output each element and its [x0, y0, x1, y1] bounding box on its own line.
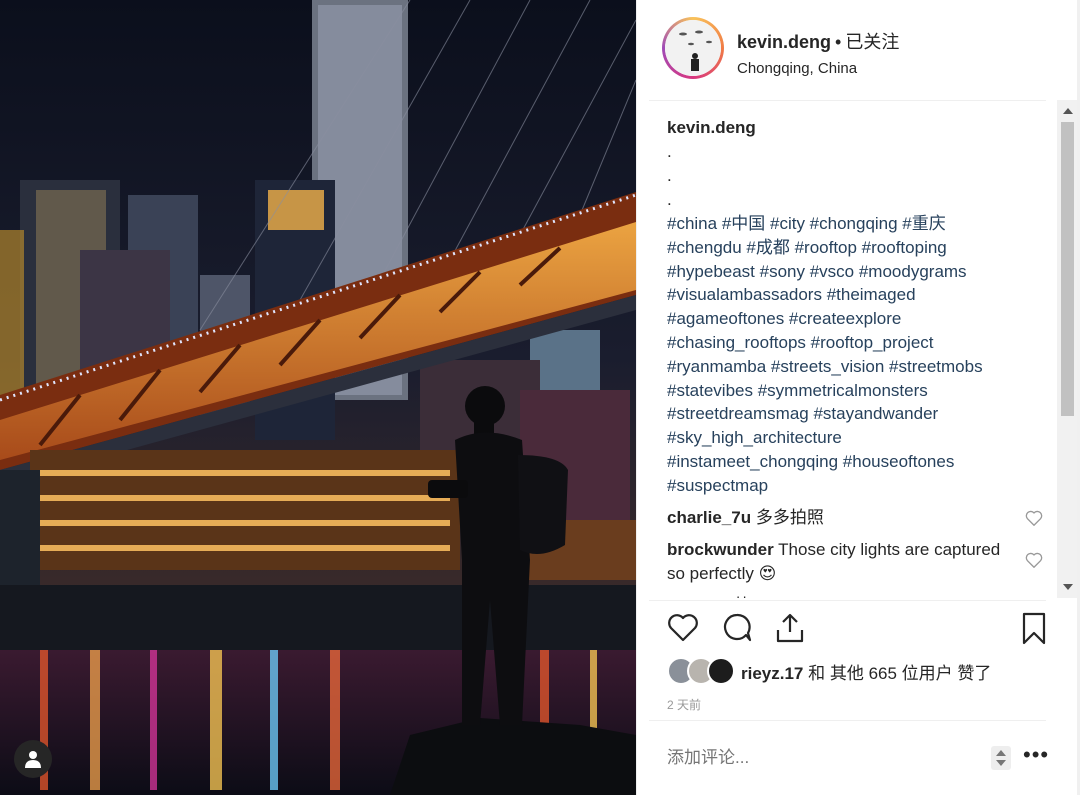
save-button[interactable]	[1016, 610, 1052, 646]
more-options-button[interactable]: •••	[1023, 742, 1049, 768]
comment-spinner[interactable]	[991, 746, 1011, 770]
caption-line: .	[667, 190, 672, 209]
avatar[interactable]	[662, 17, 724, 79]
hashtag-line[interactable]: #chengdu #成都 #rooftop #rooftoping	[667, 236, 1047, 260]
hashtag-line[interactable]: #hypebeast #sony #vsco #moodygrams	[667, 260, 1047, 284]
post-time: 2 天前	[667, 698, 702, 712]
comment-divider	[649, 720, 1046, 721]
comment-item: charlie_7u 多多拍照	[667, 506, 1047, 530]
avatar-image	[665, 20, 721, 76]
night-city-image	[0, 0, 636, 795]
share-button[interactable]	[772, 610, 808, 646]
hashtag-line[interactable]: #sky_high_architecture	[667, 426, 1047, 450]
hashtag-line[interactable]: #streetdreamsmag #stayandwander	[667, 402, 1047, 426]
comment-button[interactable]	[719, 610, 755, 646]
follow-status-button[interactable]: 已关注	[845, 32, 899, 52]
actions-divider	[649, 600, 1046, 601]
post-location[interactable]: Chongqing, China	[737, 60, 899, 77]
header-divider	[649, 100, 1046, 101]
comment-item: jethoon 帅	[667, 594, 1047, 598]
hashtag-line[interactable]: #instameet_chongqing #houseoftones	[667, 450, 1047, 474]
hashtag-line[interactable]: #ryanmamba #streets_vision #streetmobs	[667, 355, 1047, 379]
hashtag-line[interactable]: #chasing_rooftops #rooftop_project	[667, 331, 1047, 355]
comment-item: brockwunder Those city lights are captur…	[667, 538, 1047, 586]
comment-username[interactable]: brockwunder	[667, 540, 774, 559]
likes-summary[interactable]: rieyz.17 和 其他 665 位用户 赞了	[667, 656, 991, 686]
share-icon	[776, 613, 804, 643]
liker-username[interactable]: rieyz.17	[741, 664, 803, 683]
comment-text: 帅	[733, 596, 750, 598]
hashtag-line[interactable]: #statevibes #symmetricalmonsters	[667, 379, 1047, 403]
liker-avatar	[707, 657, 735, 685]
hashtag-line[interactable]: #suspectmap	[667, 474, 1047, 498]
comment-username[interactable]: jethoon	[667, 596, 728, 598]
comments-list[interactable]: kevin.deng . . . #china #中国 #city #chong…	[667, 116, 1047, 598]
comments-scrollbar[interactable]	[1057, 100, 1078, 598]
hashtag-line[interactable]: #agameoftones #createexplore	[667, 307, 1047, 331]
post-header: kevin.deng • 已关注 Chongqing, China	[637, 0, 1078, 100]
comment-like-icon[interactable]	[1025, 510, 1043, 526]
hashtag-line[interactable]: #visualambassadors #theimaged	[667, 283, 1047, 307]
post-actions	[637, 610, 1078, 654]
scrollbar-thumb[interactable]	[1061, 122, 1074, 416]
post-detail-panel: kevin.deng • 已关注 Chongqing, China kevin.de…	[636, 0, 1078, 795]
heart-icon	[668, 614, 698, 642]
user-tag-icon	[25, 751, 41, 768]
comment-like-icon[interactable]	[1025, 552, 1043, 568]
post-photo[interactable]	[0, 0, 636, 795]
hashtag-line[interactable]: #china #中国 #city #chongqing #重庆	[667, 212, 1047, 236]
comment-icon	[723, 613, 752, 642]
caption-username[interactable]: kevin.deng	[667, 116, 1047, 140]
tagged-users-button[interactable]	[14, 740, 52, 778]
post-username[interactable]: kevin.deng	[737, 32, 831, 52]
updown-arrow-icon	[996, 750, 1006, 766]
caption-line: .	[667, 166, 672, 185]
comment-username[interactable]: charlie_7u	[667, 508, 751, 527]
scroll-up-arrow[interactable]	[1063, 108, 1073, 114]
comment-text: 多多拍照	[755, 507, 824, 527]
likes-count-text[interactable]: 和 其他 665 位用户 赞了	[808, 664, 991, 683]
like-button[interactable]	[665, 610, 701, 646]
caption-line: .	[667, 142, 672, 161]
add-comment-input[interactable]	[667, 748, 967, 768]
scroll-down-arrow[interactable]	[1063, 584, 1073, 590]
separator-dot: •	[835, 32, 842, 52]
bookmark-icon	[1022, 612, 1046, 645]
